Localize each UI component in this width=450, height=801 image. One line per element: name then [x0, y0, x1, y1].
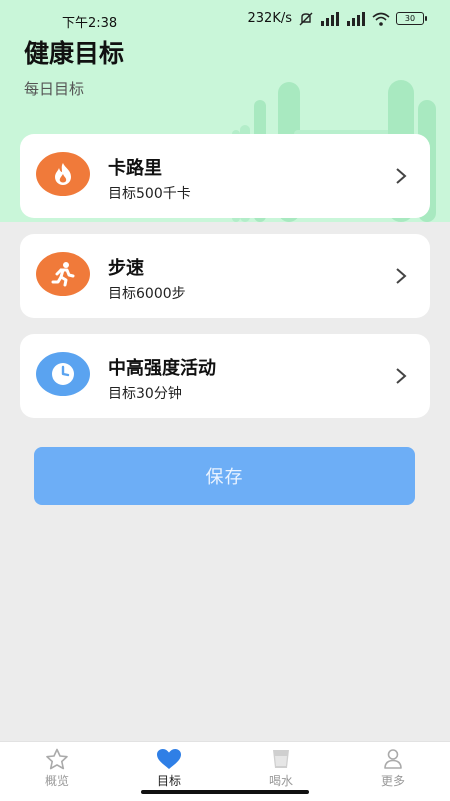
page-title: 健康目标	[24, 39, 125, 68]
heart-icon	[157, 749, 181, 769]
tab-goals[interactable]: 目标	[129, 748, 209, 789]
network-speed: 232K/s	[247, 11, 293, 26]
running-person-icon	[36, 252, 90, 296]
tab-more[interactable]: 更多	[353, 748, 433, 789]
tab-label: 目标	[156, 774, 181, 788]
tab-water[interactable]: 喝水	[241, 748, 321, 789]
tab-overview[interactable]: 概览	[17, 748, 97, 789]
goal-title: 步速	[108, 258, 144, 279]
goal-title: 卡路里	[108, 158, 162, 179]
chevron-right-icon	[396, 168, 407, 184]
goal-card-calories[interactable]: 卡路里 目标500千卡	[20, 134, 430, 218]
goal-target: 目标6000步	[108, 286, 186, 302]
battery-indicator: 30	[396, 12, 427, 25]
mute-icon	[299, 12, 313, 25]
page-subtitle: 每日目标	[24, 80, 85, 98]
status-time: 下午2:38	[62, 16, 118, 31]
chevron-right-icon	[396, 368, 407, 384]
flame-icon	[36, 152, 90, 196]
person-icon	[384, 749, 402, 769]
goal-target: 目标30分钟	[108, 386, 182, 402]
status-bar: 下午2:38 232K/s 30	[0, 8, 450, 34]
status-icons: 232K/s 30	[247, 11, 427, 26]
tab-label: 喝水	[268, 774, 293, 788]
goal-card-activity[interactable]: 中高强度活动 目标30分钟	[20, 334, 430, 418]
chevron-right-icon	[396, 268, 407, 284]
signal-icon-2	[347, 11, 365, 26]
tab-label: 更多	[380, 774, 405, 788]
save-button[interactable]: 保存	[34, 447, 415, 505]
cup-icon	[273, 750, 289, 768]
star-icon	[46, 748, 68, 770]
home-indicator	[141, 790, 309, 794]
goal-card-steps[interactable]: 步速 目标6000步	[20, 234, 430, 318]
goal-title: 中高强度活动	[108, 358, 216, 379]
clock-icon	[36, 352, 90, 396]
wifi-icon	[372, 12, 390, 26]
signal-icon	[321, 11, 339, 26]
tab-label: 概览	[44, 774, 69, 788]
goal-target: 目标500千卡	[108, 186, 191, 202]
